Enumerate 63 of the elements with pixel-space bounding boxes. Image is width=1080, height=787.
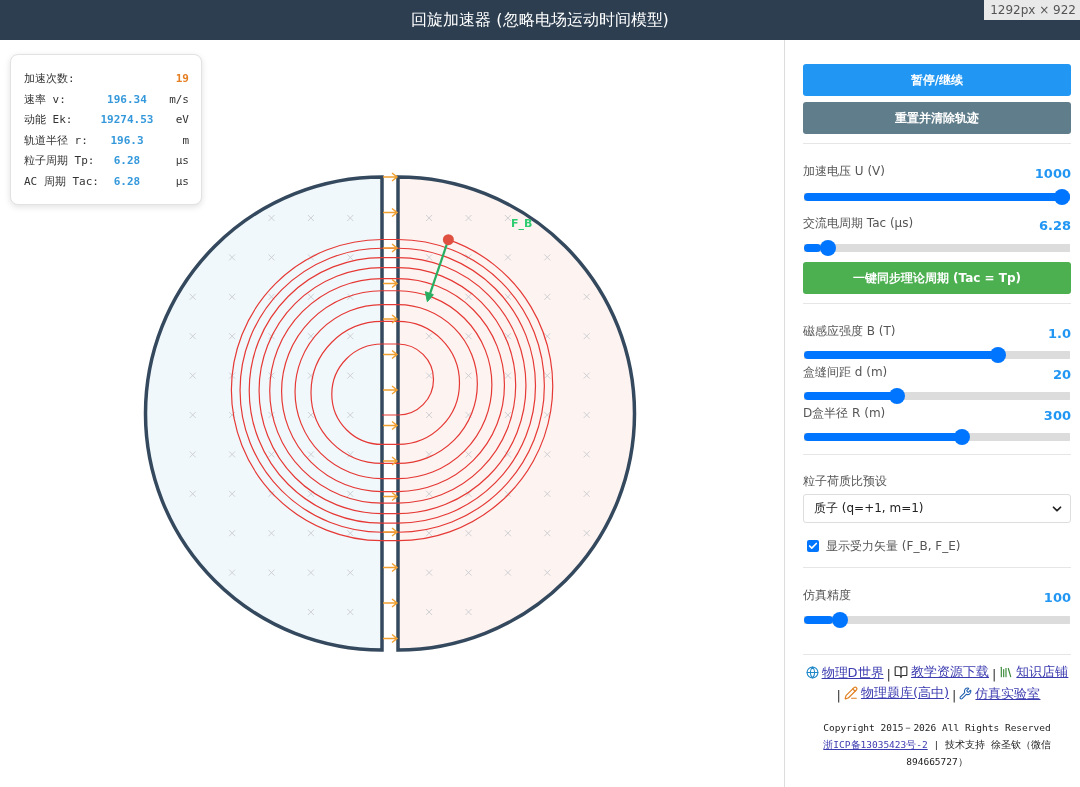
slider-value: 6.28 [1038,218,1071,234]
force-label: F_B [511,217,533,230]
footer-link[interactable]: 知识店铺 [999,663,1069,681]
pencil-icon [843,686,858,700]
slider-value: 100 [1043,590,1071,606]
stat-value: 19274.53 [99,112,155,128]
page-title: 回旋加速器 (忽略电场运动时间模型) [411,9,669,31]
slider-thumb[interactable] [831,612,848,628]
slider-thumb[interactable] [889,388,905,404]
stat-label: AC 周期 Tac: [24,173,99,190]
stat-value: 6.28 [112,173,142,190]
slider-value: 20 [1052,367,1071,383]
slider-label: D盒半径 R (m) [803,405,886,421]
slider-thumb[interactable] [954,429,970,445]
slider-value: 1.0 [1047,326,1071,342]
stat-value: 196.3 [109,132,145,149]
slider-label: 磁感应强度 B (T) [803,323,896,339]
size-badge: 1292px × 922 [984,0,1080,20]
stat-value: 19 [174,71,189,87]
preset-dropdown[interactable]: 质子 (q=+1, m=1) [803,494,1071,523]
book-icon [894,665,908,679]
credit-text: 894665727） [906,756,968,767]
stat-label: 速率 v: [24,91,67,108]
stat-label: 粒子周期 Tp: [24,153,96,169]
slider-value: 300 [1043,408,1071,424]
slider-value: 1000 [1034,166,1071,182]
slider-label: 加速电压 U (V) [803,163,885,179]
stat-label: 加速次数: [24,71,76,87]
stat-label: 轨道半径 r: [24,132,89,149]
slider-thumb[interactable] [820,240,837,256]
footer-link[interactable]: 仿真实验室 [959,684,1041,703]
icp-link[interactable]: 浙ICP备13035423号-2 [823,739,928,750]
reset-button[interactable]: 重置并清除轨迹 [803,102,1071,134]
separator: | [933,739,940,750]
books-icon [999,665,1014,679]
footer-link[interactable]: 教学资源下载 [894,663,989,681]
stat-unit: m [181,132,189,149]
separator: | [836,688,841,703]
preset-label: 粒子荷质比预设 [803,473,888,489]
stat-unit: µs [174,173,189,190]
stat-value: 6.28 [112,153,142,169]
footer-link[interactable]: 物理题库(高中) [843,684,950,702]
slider-thumb[interactable] [990,347,1007,363]
separator: | [952,688,957,703]
globe-icon [805,666,819,679]
footer-link[interactable]: 物理D世界 [805,663,884,682]
slider-label: 盒缝间距 d (m) [803,364,888,380]
slider-thumb[interactable] [1054,189,1070,205]
credit-text: 技术支持 徐圣钦（微信 [944,739,1051,750]
force-checkbox[interactable] [807,540,819,552]
copyright: Copyright 2015－2026 All Rights Reserved [822,721,1052,735]
stat-unit: eV [174,112,189,128]
checkbox-label: 显示受力矢量 (F_B, F_E) [826,538,961,554]
separator: | [886,667,891,682]
separator: | [992,667,997,682]
particle [442,234,454,246]
wrench-icon [959,687,973,700]
slider-label: 交流电周期 Tac (µs) [803,215,914,231]
stat-unit: m/s [168,91,189,108]
stat-value: 196.34 [106,91,148,108]
stat-unit: µs [174,153,189,169]
stat-label: 动能 Ek: [24,112,74,128]
slider-label: 仿真精度 [803,587,851,603]
